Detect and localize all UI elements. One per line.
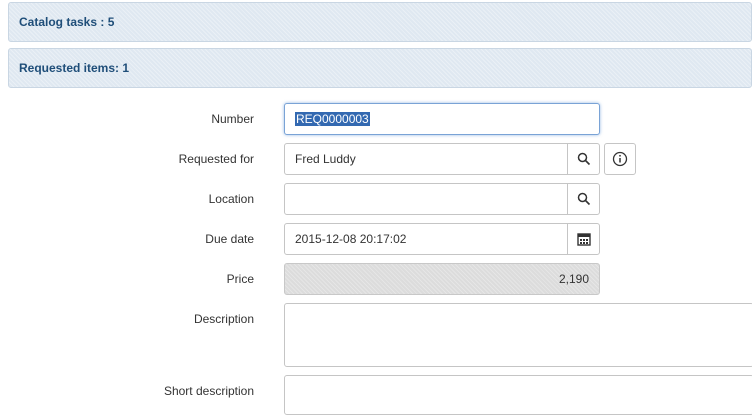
- search-icon: [577, 152, 590, 166]
- price-value: 2,190: [558, 272, 589, 286]
- short-description-label: Short description: [163, 384, 254, 398]
- location-value: [285, 184, 567, 214]
- catalog-tasks-section[interactable]: Catalog tasks : 5: [8, 2, 752, 42]
- short-description-field[interactable]: [284, 375, 752, 415]
- requested-items-label: Requested items: 1: [19, 61, 130, 75]
- due-date-field[interactable]: 2015-12-08 20:17:02: [284, 223, 600, 255]
- info-icon: [612, 151, 628, 167]
- price-field: 2,190: [284, 263, 600, 295]
- catalog-tasks-label: Catalog tasks : 5: [19, 15, 115, 29]
- price-label: Price: [226, 272, 254, 286]
- due-date-value: 2015-12-08 20:17:02: [295, 232, 407, 246]
- number-field[interactable]: REQ0000003: [284, 103, 600, 135]
- requested-for-label: Requested for: [178, 152, 254, 166]
- requested-for-info-button[interactable]: [604, 143, 636, 175]
- location-field[interactable]: [284, 183, 600, 215]
- requested-for-search-button[interactable]: [567, 144, 599, 174]
- location-label: Location: [208, 192, 254, 206]
- number-value: REQ0000003: [295, 112, 370, 126]
- due-date-calendar-button[interactable]: [567, 224, 599, 254]
- search-icon: [577, 192, 590, 206]
- requested-items-section[interactable]: Requested items: 1: [8, 48, 752, 88]
- description-field[interactable]: [284, 303, 752, 367]
- calendar-icon: [576, 233, 591, 246]
- requested-for-value: Fred Luddy: [295, 152, 356, 166]
- location-search-button[interactable]: [567, 184, 599, 214]
- description-label: Description: [193, 312, 254, 326]
- number-label: Number: [211, 112, 254, 126]
- requested-for-field[interactable]: Fred Luddy: [284, 143, 600, 175]
- due-date-label: Due date: [205, 232, 254, 246]
